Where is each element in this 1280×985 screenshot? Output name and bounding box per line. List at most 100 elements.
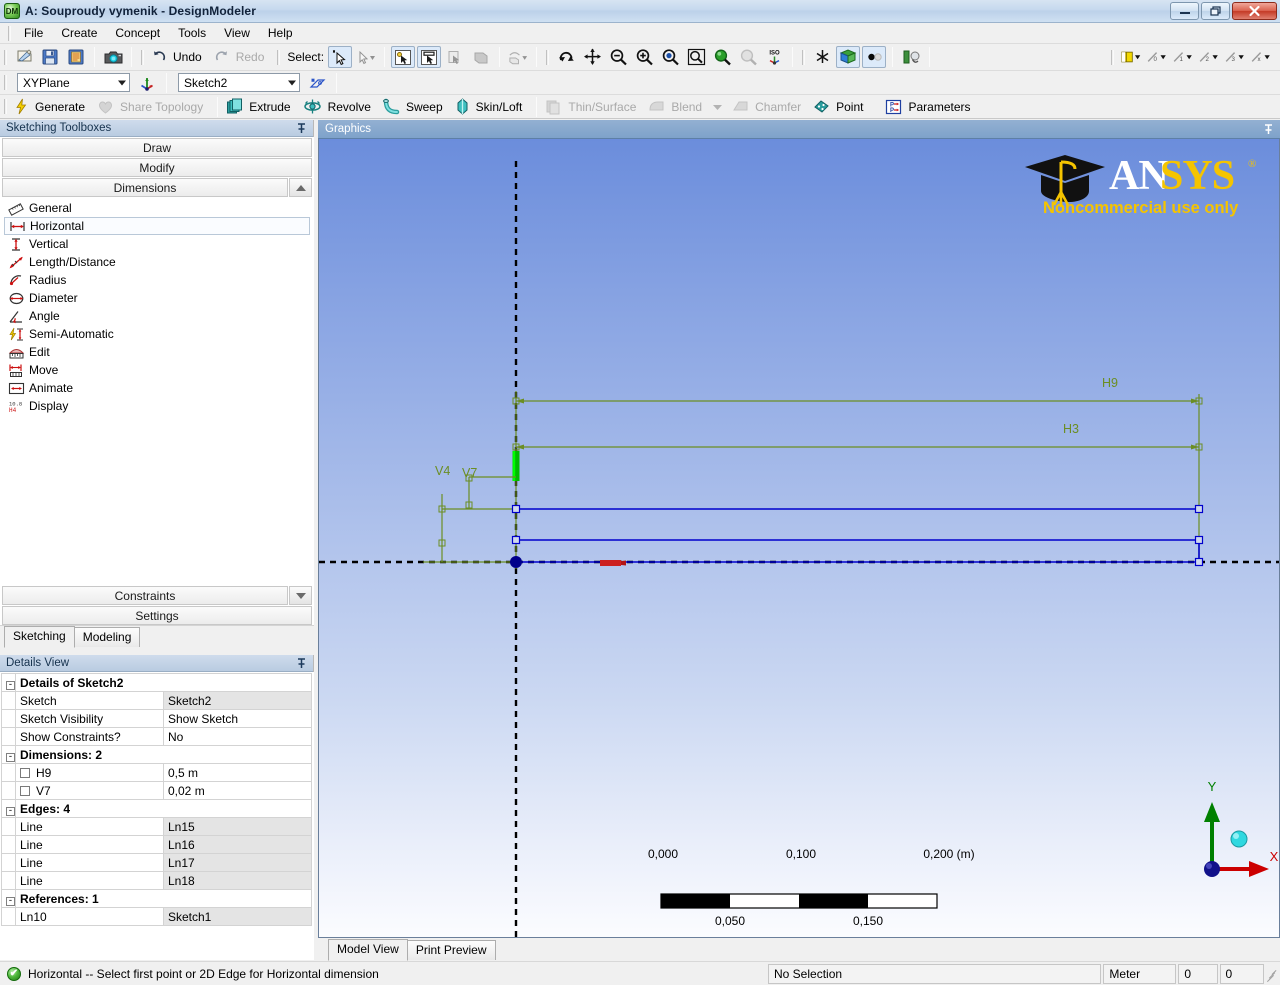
- table-row[interactable]: - References: 1: [1, 889, 312, 908]
- dimension-checkbox[interactable]: [20, 785, 30, 796]
- tab-print-preview[interactable]: Print Preview: [406, 940, 496, 960]
- single-select-icon[interactable]: [391, 46, 416, 68]
- graphics-viewport[interactable]: AN SYS ® Noncommercial use only H9 H3 V4…: [318, 139, 1280, 938]
- row-value[interactable]: Sketch1: [163, 907, 312, 926]
- dimension-tool-angle[interactable]: Angle: [0, 307, 314, 325]
- save-icon[interactable]: [38, 46, 62, 68]
- dimension-tool-length-distance[interactable]: Length/Distance: [0, 253, 314, 271]
- camera-icon[interactable]: [101, 46, 125, 68]
- table-row[interactable]: Sketch Sketch2: [1, 691, 312, 710]
- new-plane-0-icon[interactable]: 0: [1145, 46, 1169, 68]
- extrude-button[interactable]: Extrude: [223, 96, 299, 118]
- table-row[interactable]: Line Ln15: [1, 817, 312, 836]
- dimension-tool-vertical[interactable]: Vertical: [0, 235, 314, 253]
- constraints-expand-button[interactable]: [289, 586, 312, 605]
- row-value[interactable]: Ln16: [163, 835, 312, 854]
- table-row[interactable]: Show Constraints? No: [1, 727, 312, 746]
- face-select-icon[interactable]: [443, 46, 467, 68]
- previous-view-icon[interactable]: [736, 46, 760, 68]
- table-row[interactable]: - Dimensions: 2: [1, 745, 312, 764]
- group-expander[interactable]: -: [1, 799, 16, 818]
- tab-modeling[interactable]: Modeling: [73, 627, 141, 647]
- point-button[interactable]: Point: [810, 96, 872, 118]
- menu-file[interactable]: File: [15, 24, 52, 42]
- generate-button[interactable]: Generate: [11, 96, 94, 118]
- parameters-button[interactable]: P P Parameters: [882, 96, 979, 118]
- dimension-tool-radius[interactable]: Radius: [0, 271, 314, 289]
- new-plane-icon[interactable]: [136, 72, 160, 94]
- save-as-icon[interactable]: [64, 46, 88, 68]
- box-zoom-icon[interactable]: [658, 46, 682, 68]
- row-value[interactable]: 0,5 m: [163, 763, 312, 782]
- toolbox-constraints[interactable]: Constraints: [2, 586, 312, 605]
- pin-icon[interactable]: [296, 122, 307, 134]
- dimensions-collapse-button[interactable]: [289, 178, 312, 197]
- toolbox-modify[interactable]: Modify: [2, 158, 312, 177]
- dimension-tool-diameter[interactable]: Diameter: [0, 289, 314, 307]
- new-file-icon[interactable]: [12, 46, 36, 68]
- tab-model-view[interactable]: Model View: [328, 939, 408, 961]
- body-select-icon[interactable]: [469, 46, 493, 68]
- new-plane-x-icon[interactable]: x: [1249, 46, 1273, 68]
- row-value[interactable]: 0,02 m: [163, 781, 312, 800]
- table-row[interactable]: Line Ln17: [1, 853, 312, 872]
- resize-grip[interactable]: [1264, 967, 1278, 982]
- dimension-tool-animate[interactable]: Animate: [0, 379, 314, 397]
- display-model-icon[interactable]: [899, 46, 923, 68]
- zoom-icon[interactable]: [606, 46, 630, 68]
- table-row[interactable]: Sketch Visibility Show Sketch: [1, 709, 312, 728]
- pin-icon[interactable]: [1263, 123, 1274, 135]
- table-row[interactable]: Line Ln18: [1, 871, 312, 890]
- new-plane-3-icon[interactable]: 3: [1223, 46, 1247, 68]
- plane-selector[interactable]: XYPlane: [17, 73, 130, 92]
- group-expander[interactable]: -: [1, 889, 16, 908]
- row-value[interactable]: Sketch2: [163, 691, 312, 710]
- sweep-button[interactable]: Sweep: [380, 96, 452, 118]
- box-select-icon[interactable]: [417, 46, 442, 68]
- toolbox-draw[interactable]: Draw: [2, 138, 312, 157]
- table-row[interactable]: H9 0,5 m: [1, 763, 312, 782]
- ruler-yellow-icon[interactable]: [1119, 46, 1143, 68]
- new-sketch-icon[interactable]: [306, 72, 330, 94]
- undo-button[interactable]: Undo: [148, 46, 211, 68]
- dimension-tool-horizontal[interactable]: Horizontal: [4, 217, 310, 235]
- dimension-tool-move[interactable]: Move: [0, 361, 314, 379]
- revolve-button[interactable]: Revolve: [300, 96, 380, 118]
- dimension-tool-general[interactable]: General: [0, 199, 314, 217]
- row-value[interactable]: Ln15: [163, 817, 312, 836]
- pan-icon[interactable]: [580, 46, 604, 68]
- dimension-tool-edit[interactable]: Edit: [0, 343, 314, 361]
- group-expander[interactable]: -: [1, 673, 16, 692]
- dimension-checkbox[interactable]: [20, 767, 30, 778]
- row-value[interactable]: Ln18: [163, 871, 312, 890]
- row-value[interactable]: No: [163, 727, 312, 746]
- rotate-icon[interactable]: [554, 46, 578, 68]
- maximize-restore-button[interactable]: [1201, 2, 1230, 20]
- new-plane-1-icon[interactable]: 1: [1171, 46, 1195, 68]
- close-button[interactable]: [1232, 2, 1277, 20]
- look-at-icon[interactable]: [810, 46, 834, 68]
- display-point-icon[interactable]: [862, 46, 887, 68]
- iso-view-icon[interactable]: ISO: [762, 46, 786, 68]
- magnify-icon[interactable]: [710, 46, 734, 68]
- menu-help[interactable]: Help: [259, 24, 302, 42]
- zoom-in-icon[interactable]: [632, 46, 656, 68]
- menu-view[interactable]: View: [215, 24, 259, 42]
- toolbox-dimensions[interactable]: Dimensions: [2, 178, 312, 197]
- minimize-button[interactable]: [1170, 2, 1199, 20]
- skin-loft-button[interactable]: Skin/Loft: [452, 96, 532, 118]
- menu-concept[interactable]: Concept: [106, 24, 169, 42]
- sketch-selector[interactable]: Sketch2: [178, 73, 300, 92]
- row-value[interactable]: Ln17: [163, 853, 312, 872]
- group-expander[interactable]: -: [1, 745, 16, 764]
- pin-icon[interactable]: [296, 657, 307, 669]
- tab-sketching[interactable]: Sketching: [4, 626, 75, 648]
- row-value[interactable]: Show Sketch: [163, 709, 312, 728]
- menu-create[interactable]: Create: [52, 24, 106, 42]
- table-row[interactable]: V7 0,02 m: [1, 781, 312, 800]
- select-cursor-icon[interactable]: [328, 46, 353, 68]
- table-row[interactable]: Line Ln16: [1, 835, 312, 854]
- menu-tools[interactable]: Tools: [169, 24, 215, 42]
- new-plane-2-icon[interactable]: 2: [1197, 46, 1221, 68]
- toolbox-settings[interactable]: Settings: [2, 606, 312, 625]
